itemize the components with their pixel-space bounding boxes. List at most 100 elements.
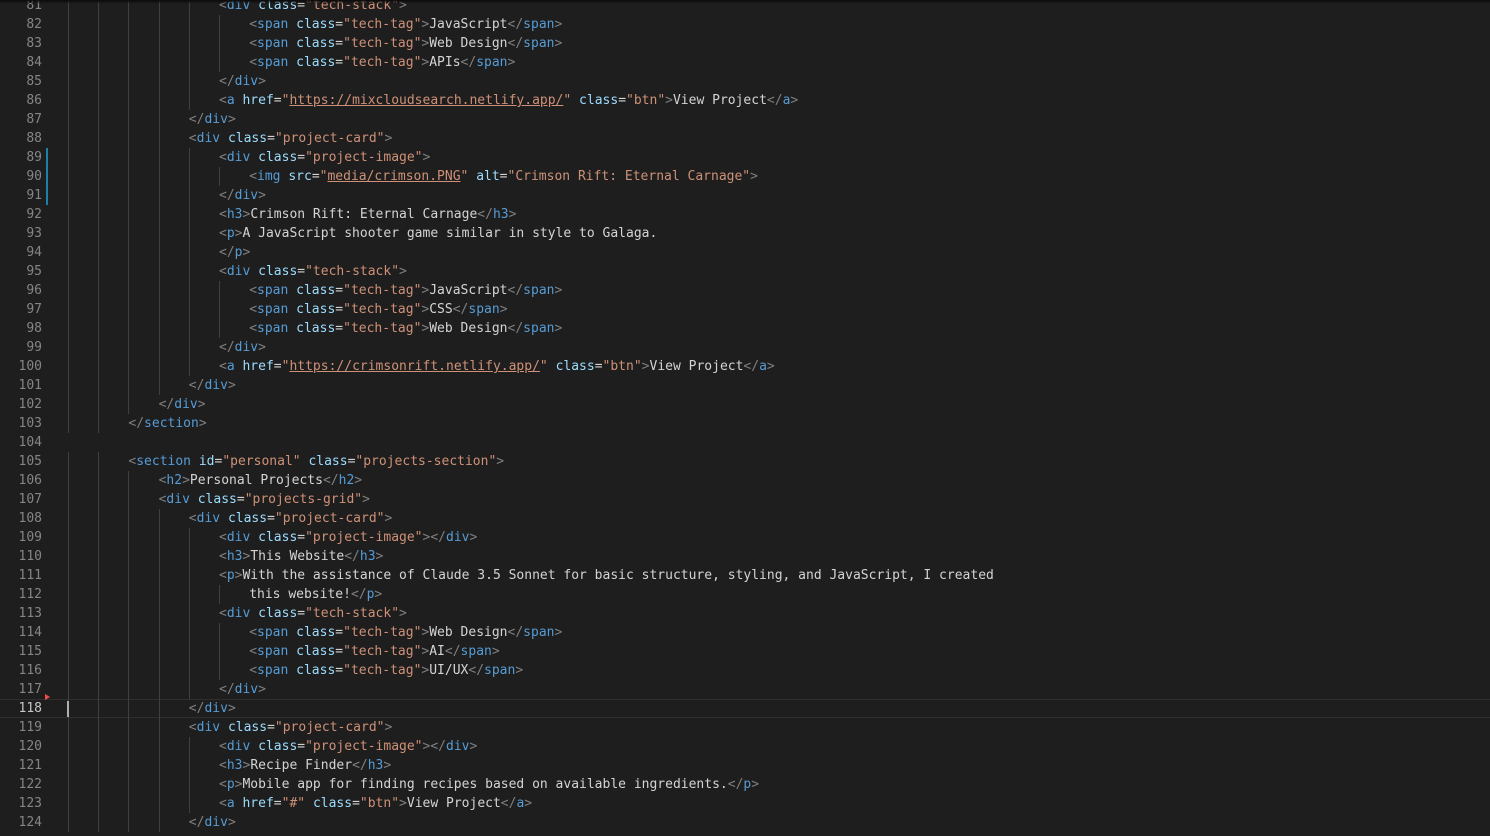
code-editor[interactable]: 81 <div class="tech-stack"> 82 <span class=…	[0, 0, 1490, 836]
code-content[interactable]: <div class="project-card">	[189, 718, 393, 737]
code-line[interactable]: 93 <p>A JavaScript shooter game similar i…	[0, 224, 1490, 243]
code-line[interactable]: 96 <span class="tech-tag">JavaScript</spa…	[0, 281, 1490, 300]
code-line[interactable]: 117 </div>	[0, 680, 1490, 699]
code-content[interactable]: <span class="tech-tag">AI</span>	[249, 642, 500, 661]
code-line[interactable]: 87 </div>	[0, 110, 1490, 129]
code-content[interactable]: </div>	[189, 376, 236, 395]
code-content[interactable]: <span class="tech-tag">APIs</span>	[249, 53, 515, 72]
code-content[interactable]: <div class="project-image"></div>	[219, 528, 477, 547]
code-line[interactable]: 111 <p>With the assistance of Claude 3.5 …	[0, 566, 1490, 585]
code-link[interactable]: https://crimsonrift.netlify.app/	[289, 359, 539, 374]
code-line[interactable]: 115 <span class="tech-tag">AI</span>	[0, 642, 1490, 661]
code-tag-name: p	[226, 777, 235, 792]
code-content[interactable]: <h3>Recipe Finder</h3>	[219, 756, 391, 775]
code-line[interactable]: 118 </div>	[0, 694, 1490, 718]
code-content[interactable]: <div class="projects-grid">	[159, 490, 370, 509]
editor-lines[interactable]: 81 <div class="tech-stack"> 82 <span class=…	[0, 0, 1490, 832]
indent-guide	[98, 718, 100, 737]
code-line[interactable]: 119 <div class="project-card">	[0, 718, 1490, 737]
code-link[interactable]: https://mixcloudsearch.netlify.app/	[289, 93, 563, 108]
code-content[interactable]: <span class="tech-tag">JavaScript</span>	[249, 281, 562, 300]
code-line[interactable]: 83 <span class="tech-tag">Web Design</spa…	[0, 34, 1490, 53]
modified-line-marker[interactable]	[46, 148, 48, 167]
indent-guide	[158, 547, 160, 566]
code-line[interactable]: 100 <a href="https://crimsonrift.netlify.…	[0, 357, 1490, 376]
code-line[interactable]: 86 <a href="https://mixcloudsearch.netlif…	[0, 91, 1490, 110]
code-content[interactable]: </div>	[189, 813, 236, 832]
code-line[interactable]: 98 <span class="tech-tag">Web Design</spa…	[0, 319, 1490, 338]
code-content[interactable]: <span class="tech-tag">Web Design</span>	[249, 623, 562, 642]
code-line[interactable]: 84 <span class="tech-tag">APIs</span>	[0, 53, 1490, 72]
code-line[interactable]: 91 </div>	[0, 186, 1490, 205]
code-content[interactable]: <p>A JavaScript shooter game similar in …	[219, 224, 657, 243]
code-content[interactable]: <span class="tech-tag">UI/UX</span>	[249, 661, 523, 680]
modified-line-marker[interactable]	[46, 167, 48, 186]
code-content[interactable]: </div>	[189, 110, 236, 129]
code-content[interactable]: </div>	[189, 699, 236, 718]
code-line[interactable]: 90 <img src="media/crimson.PNG" alt="Crim…	[0, 167, 1490, 186]
code-content[interactable]: <p > Mobile app for finding recipes based …	[219, 775, 759, 794]
code-line[interactable]: 122 <p > Mobile app for finding recipes bas…	[0, 775, 1490, 794]
error-marker-icon[interactable]	[45, 694, 50, 700]
code-content[interactable]: <img src="media/crimson.PNG" alt="Crimso…	[249, 167, 758, 186]
code-content[interactable]: <a href="https://crimsonrift.netlify.app…	[219, 357, 775, 376]
code-content[interactable]: </div>	[219, 72, 266, 91]
code-content[interactable]: <a href="https://mixcloudsearch.netlify.…	[219, 91, 798, 110]
code-content[interactable]: </div>	[219, 338, 266, 357]
code-content[interactable]: <div class="project-image"></div>	[219, 737, 477, 756]
code-line[interactable]: 106 <h2>Personal Projects</h2>	[0, 471, 1490, 490]
code-line[interactable]: 108 <div class="project-card">	[0, 509, 1490, 528]
code-line[interactable]: 116 <span class="tech-tag">UI/UX</span>	[0, 661, 1490, 680]
code-line[interactable]: 113 <div class="tech-stack">	[0, 604, 1490, 623]
code-content[interactable]: </section>	[128, 414, 206, 433]
code-content[interactable]: <a href="#" class="btn">View Project</a>	[219, 794, 532, 813]
code-content[interactable]: <section id="personal" class="projects-s…	[128, 452, 504, 471]
code-line[interactable]: 103 </section>	[0, 414, 1490, 433]
modified-line-marker[interactable]	[46, 186, 48, 205]
indent-guide	[128, 281, 130, 300]
code-content[interactable]: <div class="project-card">	[189, 129, 393, 148]
code-line[interactable]: 89 <div class="project-image">	[0, 148, 1490, 167]
code-content[interactable]: <p>With the assistance of Claude 3.5 Son…	[219, 566, 994, 585]
code-content[interactable]: <h3>This Website</h3>	[219, 547, 383, 566]
code-line[interactable]: 124 </div>	[0, 813, 1490, 832]
code-line[interactable]: 97 <span class="tech-tag">CSS</span>	[0, 300, 1490, 319]
code-content[interactable]: </div>	[219, 680, 266, 699]
code-line[interactable]: 85 </div>	[0, 72, 1490, 91]
code-bracket: </	[727, 777, 744, 792]
code-line[interactable]: 105 <section id="personal" class="project…	[0, 452, 1490, 471]
code-bracket: ></	[422, 530, 446, 545]
code-line[interactable]: 101 </div>	[0, 376, 1490, 395]
code-line[interactable]: 121 <h3>Recipe Finder</h3>	[0, 756, 1490, 775]
code-line[interactable]: 120 <div class="project-image"></div>	[0, 737, 1490, 756]
code-content[interactable]: <span class="tech-tag">JavaScript</span>	[249, 15, 562, 34]
code-content[interactable]: </div>	[219, 186, 266, 205]
code-link[interactable]: media/crimson.PNG	[327, 169, 460, 184]
code-content[interactable]: <div class="tech-stack">	[219, 604, 407, 623]
code-content[interactable]: </p>	[219, 243, 250, 262]
code-content[interactable]: </div>	[159, 395, 206, 414]
code-content[interactable]: <h3>Crimson Rift: Eternal Carnage</h3>	[219, 205, 516, 224]
code-line[interactable]: 109 <div class="project-image"></div>	[0, 528, 1490, 547]
code-line[interactable]: 102 </div>	[0, 395, 1490, 414]
code-line[interactable]: 94 </p>	[0, 243, 1490, 262]
code-line[interactable]: 95 <div class="tech-stack">	[0, 262, 1490, 281]
code-content[interactable]: <span class="tech-tag">Web Design</span>	[249, 34, 562, 53]
code-content[interactable]: <div class="project-card">	[189, 509, 393, 528]
code-line[interactable]: 104	[0, 433, 1490, 452]
code-line[interactable]: 99 </div>	[0, 338, 1490, 357]
code-line[interactable]: 114 <span class="tech-tag">Web Design</sp…	[0, 623, 1490, 642]
code-line[interactable]: 112 this website!</p>	[0, 585, 1490, 604]
code-line[interactable]: 123 <a href="#" class="btn">View Project<…	[0, 794, 1490, 813]
code-content[interactable]: <span class="tech-tag">Web Design</span>	[249, 319, 562, 338]
code-content[interactable]: <h2>Personal Projects</h2>	[159, 471, 363, 490]
code-content[interactable]: <div class="project-image">	[219, 148, 430, 167]
code-content[interactable]: this website!</p>	[249, 585, 382, 604]
code-line[interactable]: 107 <div class="projects-grid">	[0, 490, 1490, 509]
code-content[interactable]: <div class="tech-stack">	[219, 262, 407, 281]
code-content[interactable]: <span class="tech-tag">CSS</span>	[249, 300, 507, 319]
code-line[interactable]: 82 <span class="tech-tag">JavaScript</spa…	[0, 15, 1490, 34]
code-line[interactable]: 92 <h3>Crimson Rift: Eternal Carnage</h3>	[0, 205, 1490, 224]
code-line[interactable]: 88 <div class="project-card">	[0, 129, 1490, 148]
code-line[interactable]: 110 <h3>This Website</h3>	[0, 547, 1490, 566]
